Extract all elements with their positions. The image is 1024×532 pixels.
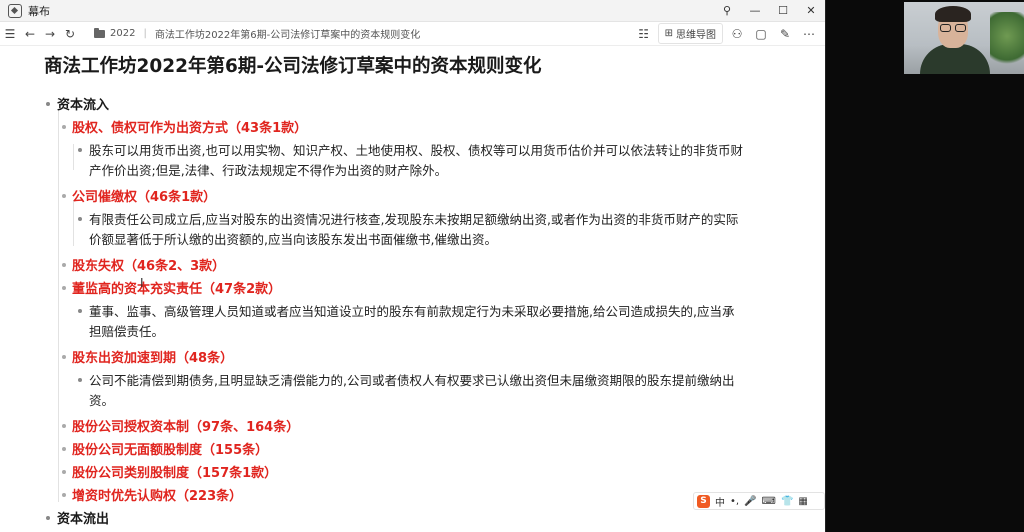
menu-icon[interactable]: ☰ <box>0 24 20 44</box>
outline-bullet[interactable] <box>46 516 50 520</box>
app-name: 幕布 <box>28 4 50 18</box>
breadcrumb: 2022 | 商法工作坊2022年第6期-公司法修订草案中的资本规则变化 <box>94 26 420 41</box>
ime-punct[interactable]: •, <box>730 496 739 507</box>
maximize-button[interactable]: ☐ <box>769 0 797 22</box>
document-content: 商法工作坊2022年第6期-公司法修订草案中的资本规则变化 资本流入股权、债权可… <box>0 46 825 532</box>
app-logo-icon <box>8 3 22 18</box>
outline-bullet[interactable] <box>62 286 66 290</box>
outline-item-level-2[interactable]: 增资时优先认购权（223条） <box>72 485 242 504</box>
outline-bullet[interactable] <box>78 217 82 221</box>
outline-bullet[interactable] <box>62 125 66 129</box>
keyboard-icon[interactable]: ⌨ <box>762 496 776 507</box>
app-window: 幕布 ⚲ — ☐ ✕ ☰ ← → ↻ 2022 | 商法工作坊2022年第6期-… <box>0 0 826 532</box>
page-title: 商法工作坊2022年第6期-公司法修订草案中的资本规则变化 <box>44 56 542 77</box>
skin-icon[interactable]: 👕 <box>781 496 793 507</box>
mouse-cursor: Ⅰ <box>140 276 144 290</box>
mindmap-button[interactable]: ⊞ 思维导图 <box>657 23 723 44</box>
ime-toolbar: S 中 •, 🎤 ⌨ 👕 ▦ <box>693 492 825 510</box>
minimize-button[interactable]: — <box>741 0 769 22</box>
outline-item-level-2[interactable]: 股东失权（46条2、3款） <box>72 255 225 274</box>
outline-item-level-3[interactable]: 公司不能清偿到期债务,且明显缺乏清偿能力的,公司或者债权人有权要求已认缴出资但未… <box>89 370 734 389</box>
more-icon[interactable]: ⋯ <box>799 24 819 44</box>
tools-icon[interactable]: ▦ <box>798 496 807 507</box>
outline-item-level-2[interactable]: 股份公司类别股制度（157条1款） <box>72 462 277 481</box>
mindmap-icon: ⊞ <box>664 28 673 39</box>
webcam-overlay <box>904 2 1024 74</box>
outline-item-continuation: 价额显著低于所认缴的出资额的,应当向该股东发出书面催缴书,催缴出资。 <box>89 232 497 247</box>
outline-item-level-2[interactable]: 公司催缴权（46条1款） <box>72 186 216 205</box>
outline-bullet[interactable] <box>78 148 82 152</box>
back-arrow-icon[interactable]: ← <box>20 24 40 44</box>
outline-bullet[interactable] <box>62 493 66 497</box>
share-icon[interactable]: ⚇ <box>727 24 747 44</box>
screen: 幕布 ⚲ — ☐ ✕ ☰ ← → ↻ 2022 | 商法工作坊2022年第6期-… <box>0 0 1024 532</box>
outline-item-level-2[interactable]: 股东出资加速到期（48条） <box>72 347 233 366</box>
forward-arrow-icon[interactable]: → <box>40 24 60 44</box>
close-button[interactable]: ✕ <box>797 0 825 22</box>
title-bar: 幕布 ⚲ — ☐ ✕ <box>0 0 825 22</box>
pin-icon[interactable]: ⚲ <box>713 0 741 22</box>
outline-item-level-3[interactable]: 有限责任公司成立后,应当对股东的出资情况进行核查,发现股东未按期足额缴纳出资,或… <box>89 209 738 228</box>
outline-bullet[interactable] <box>62 470 66 474</box>
outline-item-continuation: 资。 <box>89 393 115 408</box>
outline-item-level-2[interactable]: 董监高的资本充实责任（47条2款） <box>72 278 281 297</box>
mindmap-label: 思维导图 <box>676 30 716 41</box>
edit-icon[interactable]: ✎ <box>775 24 795 44</box>
outline-bullet[interactable] <box>46 102 50 106</box>
folder-icon <box>94 27 105 38</box>
window-controls: ⚲ — ☐ ✕ <box>713 0 825 22</box>
outline-bullet[interactable] <box>62 424 66 428</box>
toolbar: ☰ ← → ↻ 2022 | 商法工作坊2022年第6期-公司法修订草案中的资本… <box>0 22 825 46</box>
present-icon[interactable]: ▢ <box>751 24 771 44</box>
outline-item-level-2[interactable]: 股权、债权可作为出资方式（43条1款） <box>72 117 307 136</box>
outline-item-level-2[interactable]: 股份公司无面额股制度（155条） <box>72 439 268 458</box>
outline-item-level-2[interactable]: 股份公司授权资本制（97条、164条） <box>72 416 299 435</box>
outline-bullet[interactable] <box>62 355 66 359</box>
breadcrumb-doc: 商法工作坊2022年第6期-公司法修订草案中的资本规则变化 <box>154 30 421 41</box>
outline-bullet[interactable] <box>62 263 66 267</box>
outline-item-level-1[interactable]: 资本流入 <box>57 94 109 113</box>
refresh-icon[interactable]: ↻ <box>60 24 80 44</box>
toolbar-actions: ☷ ⊞ 思维导图 ⚇ ▢ ✎ ⋯ <box>634 23 819 44</box>
outline-bullet[interactable] <box>62 447 66 451</box>
breadcrumb-folder[interactable]: 2022 <box>110 28 135 39</box>
outline-item-continuation: 产作价出资;但是,法律、行政法规规定不得作为出资的财产除外。 <box>89 163 448 178</box>
microphone-icon[interactable]: 🎤 <box>744 496 756 507</box>
outline-item-level-3[interactable]: 股东可以用货币出资,也可以用实物、知识产权、土地使用权、股权、债权等可以用货币估… <box>89 140 743 159</box>
outline-item-level-3[interactable]: 董事、监事、高级管理人员知道或者应当知道设立时的股东有前款规定行为未采取必要措施… <box>89 301 734 320</box>
sogou-logo-icon[interactable]: S <box>697 494 710 508</box>
outline-view-icon[interactable]: ☷ <box>634 24 654 44</box>
outline-bullet[interactable] <box>78 309 82 313</box>
ime-lang[interactable]: 中 <box>715 494 725 509</box>
outline-item-level-1[interactable]: 资本流出 <box>57 508 109 527</box>
outline-bullet[interactable] <box>62 194 66 198</box>
outline-item-continuation: 担赔偿责任。 <box>89 324 165 339</box>
outline-bullet[interactable] <box>78 378 82 382</box>
